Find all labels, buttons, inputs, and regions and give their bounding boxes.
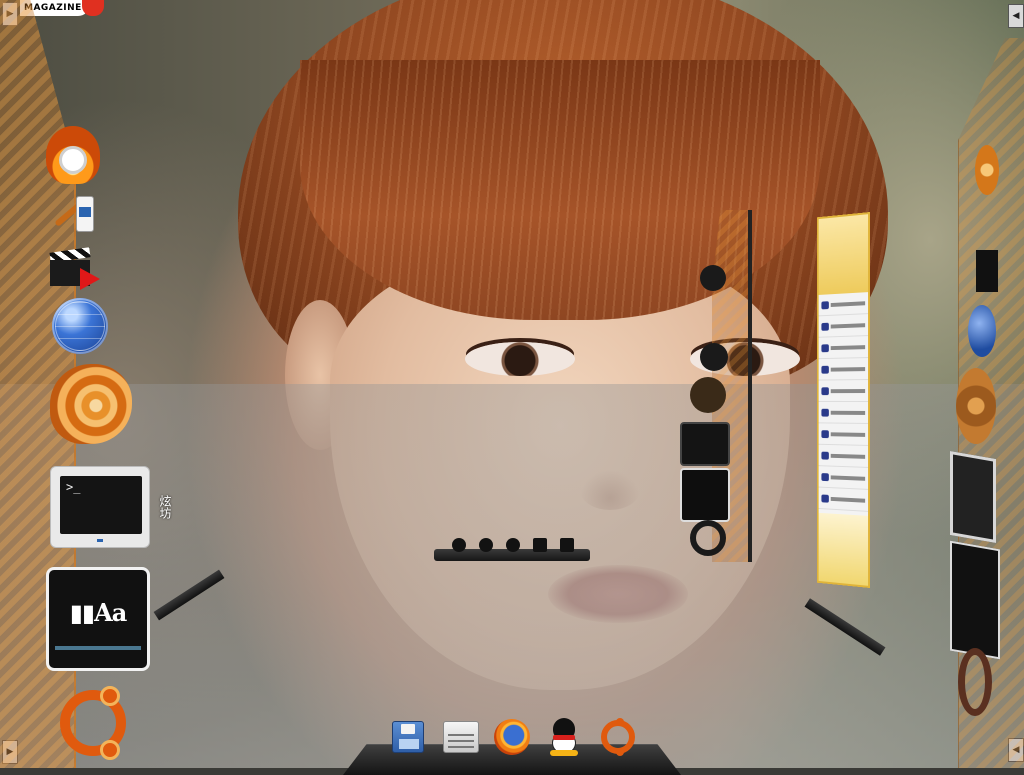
ubuntu-mini-icon[interactable] xyxy=(690,520,726,556)
font-viewer-mini-icon[interactable] xyxy=(680,468,730,522)
penguin-mini-icon[interactable] xyxy=(479,538,493,552)
desktop-wallpaper xyxy=(0,0,1024,768)
web-browser-icon[interactable] xyxy=(52,298,108,354)
list-item[interactable] xyxy=(818,444,869,468)
terminal-mini-icon[interactable] xyxy=(680,422,730,466)
center-shelf-icons xyxy=(452,538,574,552)
list-item[interactable] xyxy=(818,336,869,360)
drive-icon[interactable] xyxy=(441,717,481,757)
ubuntu-logo-icon-right[interactable] xyxy=(958,648,992,716)
wallpaper-left-eye xyxy=(465,342,575,376)
terminal-icon[interactable]: >_ xyxy=(50,466,150,548)
list-item[interactable] xyxy=(818,487,869,512)
cd-burner-icon-right[interactable] xyxy=(975,145,999,195)
firefox-icon[interactable] xyxy=(492,717,532,757)
file-manager-shell-icon[interactable] xyxy=(50,364,132,444)
qq-chat-footer xyxy=(818,512,869,586)
top-right-expand-arrow-icon[interactable]: ◀ xyxy=(1008,4,1024,28)
floor-reflection xyxy=(0,384,1024,768)
save-mini-icon[interactable] xyxy=(560,538,574,552)
ubuntu-logo-icon[interactable] xyxy=(60,686,126,760)
list-item[interactable] xyxy=(818,380,869,402)
web-browser-icon-right[interactable] xyxy=(968,305,996,357)
file-manager-shell-icon-right[interactable] xyxy=(956,368,996,444)
list-item[interactable] xyxy=(818,466,869,490)
shell-mini-icon[interactable] xyxy=(690,377,726,413)
list-item[interactable] xyxy=(818,358,869,381)
video-editor-icon[interactable] xyxy=(49,246,100,290)
ubuntu-mini-icon[interactable] xyxy=(452,538,466,552)
font-viewer-icon-right[interactable] xyxy=(950,540,1000,660)
font-viewer-icon[interactable]: ▮▮Aa xyxy=(46,567,150,671)
cd-burner-mini-icon[interactable] xyxy=(700,265,726,291)
video-editor-icon-right[interactable] xyxy=(976,250,998,292)
cd-burner-icon[interactable] xyxy=(46,126,100,184)
gimp-icon[interactable] xyxy=(52,186,98,232)
terminal-screen: >_ xyxy=(60,476,142,534)
drive-mini-icon[interactable] xyxy=(533,538,547,552)
qq-penguin-icon[interactable] xyxy=(544,717,584,757)
side-label: 炫坊 xyxy=(158,495,172,519)
qq-chat-window[interactable] xyxy=(816,212,870,588)
save-disk-icon[interactable] xyxy=(388,717,428,757)
list-item[interactable] xyxy=(818,292,869,317)
globe-mini-icon[interactable] xyxy=(700,343,728,371)
font-viewer-text: ▮▮Aa xyxy=(69,598,128,627)
list-item[interactable] xyxy=(818,423,869,446)
ubuntu-logo-icon[interactable] xyxy=(598,717,638,757)
list-item[interactable] xyxy=(818,401,869,424)
list-item[interactable] xyxy=(818,314,869,338)
qq-chat-header xyxy=(818,214,869,295)
firefox-mini-icon[interactable] xyxy=(506,538,520,552)
terminal-icon-right[interactable] xyxy=(950,450,996,544)
